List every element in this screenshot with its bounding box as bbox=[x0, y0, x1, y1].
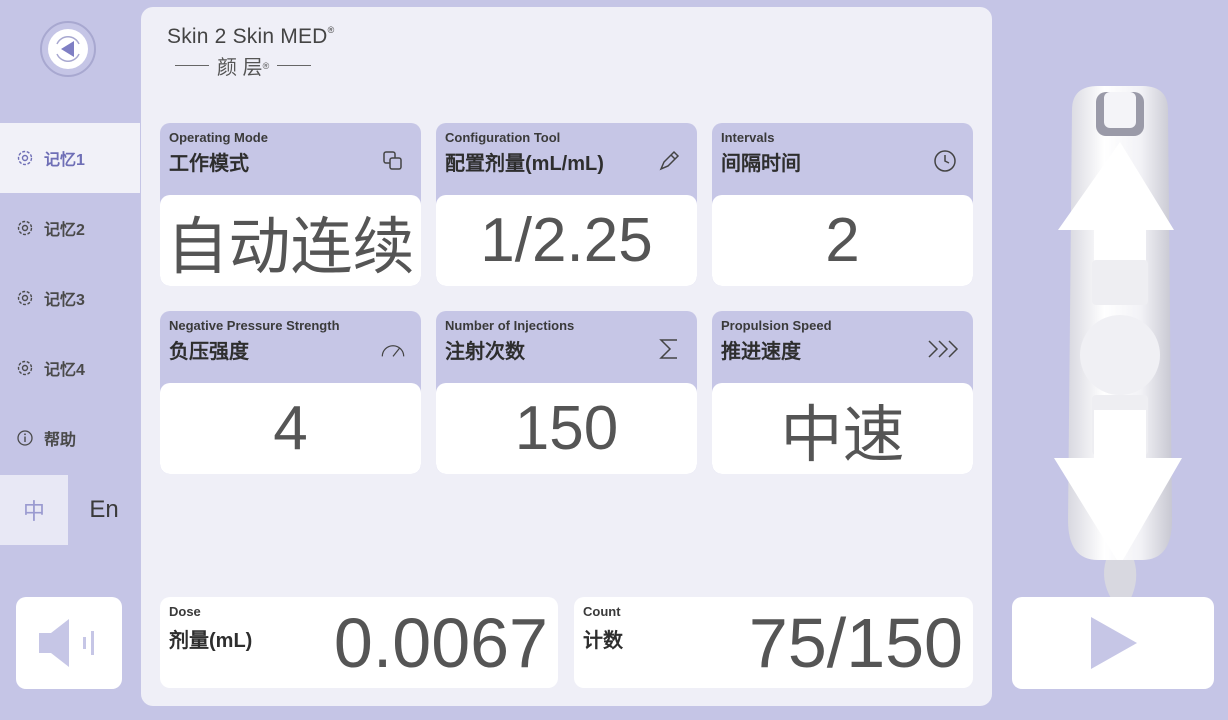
dose-title-en: Dose bbox=[169, 604, 201, 619]
operating-mode-card[interactable]: Operating Mode 工作模式 自动连续 bbox=[160, 123, 421, 286]
card-value: 1/2.25 bbox=[436, 195, 697, 286]
card-value: 自动连续 bbox=[160, 195, 421, 286]
card-value: 2 bbox=[712, 195, 973, 286]
info-icon bbox=[14, 427, 36, 449]
registered-mark: ® bbox=[327, 25, 335, 35]
gear-icon bbox=[14, 147, 36, 169]
injections-card[interactable]: Number of Injections 注射次数 150 bbox=[436, 311, 697, 474]
sidebar-item-memory4[interactable]: 记忆4 bbox=[0, 333, 140, 403]
sidebar-item-memory3[interactable]: 记忆3 bbox=[0, 263, 140, 333]
card-value: 150 bbox=[436, 383, 697, 474]
sidebar-item-label: 记忆2 bbox=[44, 222, 85, 239]
main-panel: Skin 2 Skin MED® 颜 层 ® Operating Mode 工作模… bbox=[141, 7, 992, 706]
card-value: 中速 bbox=[712, 383, 973, 474]
sidebar-item-label: 记忆3 bbox=[44, 292, 85, 309]
clock-icon bbox=[931, 147, 959, 175]
card-title-en: Negative Pressure Strength bbox=[169, 318, 340, 333]
count-value: 75/150 bbox=[748, 604, 963, 682]
sidebar-item-memory2[interactable]: 记忆2 bbox=[0, 193, 140, 263]
language-switch: 中 En bbox=[0, 475, 140, 545]
play-button[interactable] bbox=[1012, 597, 1214, 689]
registered-mark: ® bbox=[262, 60, 270, 71]
dose-display: Dose 剂量(mL) 0.0067 bbox=[160, 597, 558, 688]
card-title-en: Propulsion Speed bbox=[721, 318, 832, 333]
chevrons-right-icon bbox=[925, 335, 965, 363]
card-title-zh: 配置剂量(mL/mL) bbox=[445, 153, 604, 175]
gauge-icon bbox=[379, 335, 407, 363]
count-title-en: Count bbox=[583, 604, 621, 619]
intervals-card[interactable]: Intervals 间隔时间 2 bbox=[712, 123, 973, 286]
sidebar-item-label: 记忆1 bbox=[44, 152, 85, 169]
card-title-en: Number of Injections bbox=[445, 318, 575, 333]
card-title-en: Configuration Tool bbox=[445, 130, 561, 145]
card-title-zh: 间隔时间 bbox=[721, 153, 801, 175]
propulsion-speed-card[interactable]: Propulsion Speed 推进速度 中速 bbox=[712, 311, 973, 474]
back-icon bbox=[48, 29, 88, 69]
sound-button[interactable] bbox=[16, 597, 122, 689]
speaker-icon bbox=[39, 619, 94, 667]
brand-sub: 颜 层 bbox=[217, 57, 263, 79]
card-title-zh: 注射次数 bbox=[445, 341, 525, 363]
count-display: Count 计数 75/150 bbox=[574, 597, 973, 688]
language-zh-button[interactable]: 中 bbox=[0, 475, 68, 545]
sigma-icon bbox=[655, 335, 683, 363]
sidebar-item-memory1[interactable]: 记忆1 bbox=[0, 123, 140, 193]
pen-icon bbox=[655, 147, 683, 175]
gear-icon bbox=[14, 357, 36, 379]
gear-icon bbox=[14, 217, 36, 239]
copy-icon bbox=[379, 147, 407, 175]
configuration-tool-card[interactable]: Configuration Tool 配置剂量(mL/mL) 1/2.25 bbox=[436, 123, 697, 286]
card-title-zh: 负压强度 bbox=[169, 341, 249, 363]
card-value: 4 bbox=[160, 383, 421, 474]
language-en-button[interactable]: En bbox=[68, 475, 140, 545]
sidebar-item-label: 记忆4 bbox=[44, 362, 85, 379]
device-illustration bbox=[1050, 80, 1190, 600]
logo: Skin 2 Skin MED® 颜 层 ® bbox=[167, 25, 334, 80]
sidebar-item-label: 帮助 bbox=[44, 432, 77, 449]
count-title-zh: 计数 bbox=[583, 630, 623, 652]
back-button[interactable] bbox=[40, 21, 96, 77]
negative-pressure-card[interactable]: Negative Pressure Strength 负压强度 4 bbox=[160, 311, 421, 474]
sidebar: 记忆1 记忆2 记忆3 记忆4 帮助 bbox=[0, 123, 140, 473]
dose-value: 0.0067 bbox=[333, 604, 548, 682]
card-title-en: Intervals bbox=[721, 130, 775, 145]
dose-title-zh: 剂量(mL) bbox=[169, 630, 253, 652]
brand-name: Skin 2 Skin MED bbox=[167, 25, 328, 48]
sidebar-item-help[interactable]: 帮助 bbox=[0, 403, 140, 473]
card-title-en: Operating Mode bbox=[169, 130, 268, 145]
card-title-zh: 工作模式 bbox=[169, 153, 249, 175]
gear-icon bbox=[14, 287, 36, 309]
play-icon bbox=[1091, 617, 1137, 669]
